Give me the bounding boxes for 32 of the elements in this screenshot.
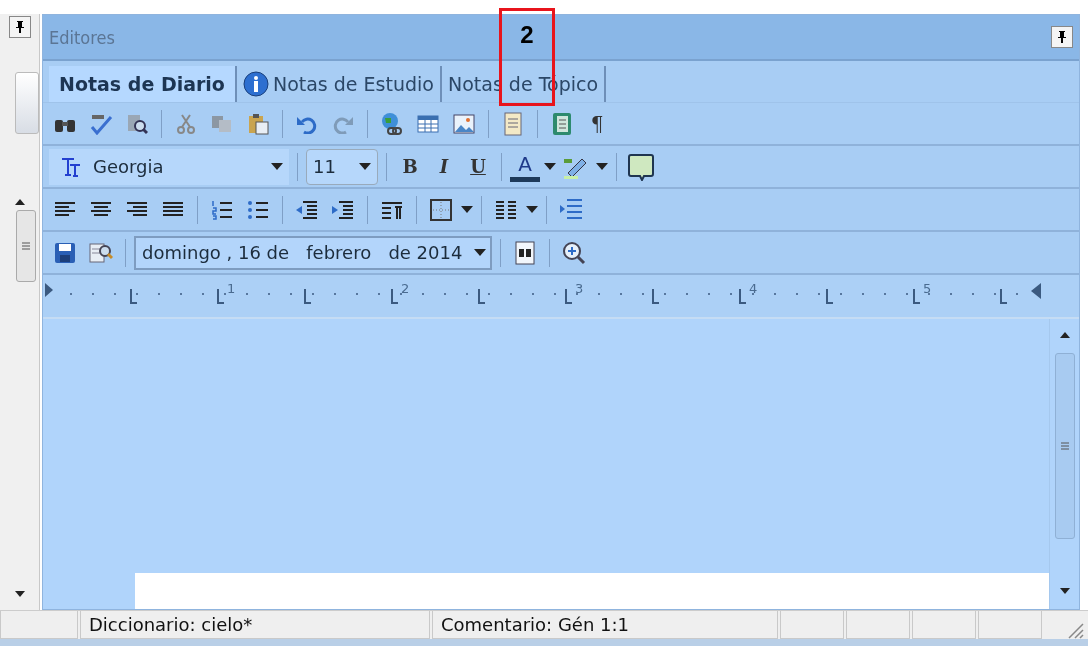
- caret-icon[interactable]: [596, 162, 608, 171]
- ruler-number: 1: [227, 280, 236, 298]
- italic-button[interactable]: I: [429, 150, 459, 183]
- ruler-number: 5: [923, 280, 932, 298]
- caret-icon[interactable]: [526, 205, 538, 214]
- bold-button[interactable]: B: [395, 150, 425, 183]
- date-dropdown[interactable]: domingo , 16 de febrero de 2014: [134, 235, 492, 270]
- status-text: Comentario: Gén 1:1: [432, 611, 778, 639]
- caret-icon[interactable]: [271, 162, 283, 171]
- resize-grip-icon: [1066, 621, 1084, 639]
- paragraph-mark-button[interactable]: ¶: [582, 107, 612, 140]
- font-dropdown[interactable]: Georgia: [49, 148, 289, 185]
- ruler-number: 4: [749, 280, 758, 298]
- font-color-button[interactable]: A: [510, 151, 540, 182]
- ruler-number: 2: [401, 280, 410, 298]
- tab[interactable]: Notas de Diario: [49, 66, 237, 102]
- ruler-number: 3: [575, 280, 584, 298]
- pin-icon[interactable]: [1051, 26, 1073, 48]
- caret-icon[interactable]: [544, 162, 556, 171]
- panel-title: Editores: [49, 25, 115, 50]
- indent-marker-icon[interactable]: [45, 283, 53, 297]
- underline-button[interactable]: U: [463, 150, 493, 183]
- scrollbar-thumb[interactable]: [15, 210, 36, 282]
- indent-marker-icon[interactable]: [1031, 283, 1041, 299]
- caret-icon[interactable]: [474, 248, 487, 257]
- status-text: Diccionario: cielo*: [80, 611, 430, 639]
- callout-number: 2: [520, 23, 534, 47]
- caret-icon[interactable]: [461, 205, 473, 214]
- scrollbar-thumb[interactable]: [1054, 353, 1075, 539]
- caret-icon[interactable]: [359, 162, 371, 171]
- pin-icon[interactable]: [8, 16, 31, 38]
- font-size-dropdown[interactable]: 11: [306, 148, 378, 185]
